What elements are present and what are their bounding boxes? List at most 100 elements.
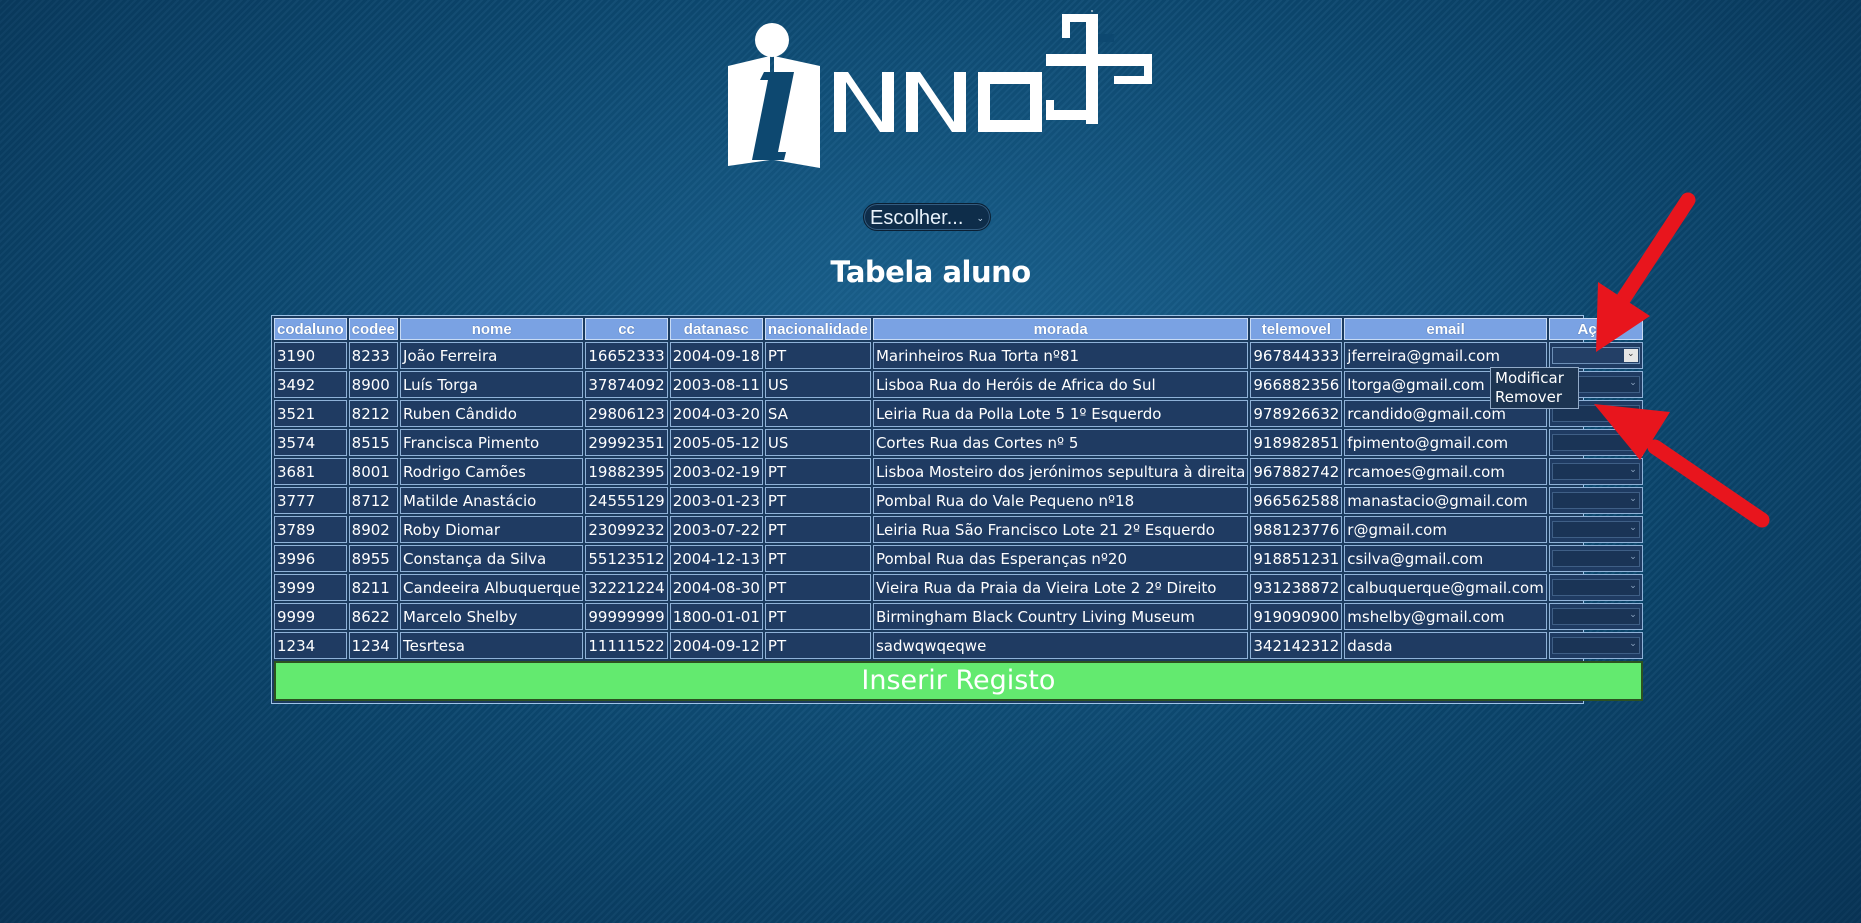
- chevron-down-icon: ⌄: [1629, 610, 1637, 620]
- header-morada: morada: [872, 318, 1249, 340]
- cell-morada: Leiria Rua São Francisco Lote 21 2º Esqu…: [872, 516, 1249, 543]
- cell-nacionalidade: PT: [764, 603, 871, 630]
- cell-telemovel: 918982851: [1250, 429, 1343, 456]
- cell-telemovel: 918851231: [1250, 545, 1343, 572]
- cell-telemovel: 966562588: [1250, 487, 1343, 514]
- table-row: 3777 8712 Matilde Anastácio 24555129 200…: [274, 487, 1643, 514]
- table-row: 3996 8955 Constança da Silva 55123512 20…: [274, 545, 1643, 572]
- cell-acao: ⌄: [1548, 487, 1643, 514]
- inno-logo: [728, 10, 1152, 168]
- cell-codee: 1234: [348, 632, 399, 659]
- cell-cc: 55123512: [585, 545, 668, 572]
- cell-nome: Roby Diomar: [400, 516, 584, 543]
- menu-item-modificar[interactable]: Modificar: [1495, 369, 1574, 388]
- table-row: 9999 8622 Marcelo Shelby 99999999 1800-0…: [274, 603, 1643, 630]
- action-select[interactable]: ⌄: [1551, 521, 1640, 538]
- cell-codee: 8955: [348, 545, 399, 572]
- cell-nome: Candeeira Albuquerque: [400, 574, 584, 601]
- cell-codaluno: 3521: [274, 400, 347, 427]
- cell-codee: 8212: [348, 400, 399, 427]
- cell-morada: Vieira Rua da Praia da Vieira Lote 2 2º …: [872, 574, 1249, 601]
- cell-email: mshelby@gmail.com: [1344, 603, 1547, 630]
- cell-acao: ⌄: [1548, 545, 1643, 572]
- cell-cc: 16652333: [585, 342, 668, 369]
- cell-nacionalidade: PT: [764, 516, 871, 543]
- insert-record-button[interactable]: Inserir Registo: [274, 661, 1643, 701]
- cell-datanasc: 2004-03-20: [669, 400, 763, 427]
- cell-codee: 8233: [348, 342, 399, 369]
- table-row: 3521 8212 Ruben Cândido 29806123 2004-03…: [274, 400, 1643, 427]
- cell-morada: sadwqwqeqwe: [872, 632, 1249, 659]
- cell-codee: 8001: [348, 458, 399, 485]
- action-select[interactable]: ⌄: [1551, 637, 1640, 654]
- escolher-label: Escolher...: [870, 207, 964, 229]
- escolher-select[interactable]: Escolher... ⌄: [863, 203, 991, 231]
- cell-cc: 24555129: [585, 487, 668, 514]
- cell-codee: 8622: [348, 603, 399, 630]
- cell-nome: Tesrtesa: [400, 632, 584, 659]
- cell-codaluno: 3996: [274, 545, 347, 572]
- cell-datanasc: 2003-01-23: [669, 487, 763, 514]
- cell-nome: Ruben Cândido: [400, 400, 584, 427]
- cell-nome: Constança da Silva: [400, 545, 584, 572]
- cell-codaluno: 3789: [274, 516, 347, 543]
- cell-cc: 23099232: [585, 516, 668, 543]
- cell-nacionalidade: PT: [764, 574, 871, 601]
- cell-nacionalidade: PT: [764, 545, 871, 572]
- cell-datanasc: 2003-07-22: [669, 516, 763, 543]
- cell-morada: Birmingham Black Country Living Museum: [872, 603, 1249, 630]
- table-row: 3492 8900 Luís Torga 37874092 2003-08-11…: [274, 371, 1643, 398]
- cell-datanasc: 2004-08-30: [669, 574, 763, 601]
- chevron-down-icon: ⌄: [1623, 349, 1638, 362]
- table-row: 1234 1234 Tesrtesa 11111522 2004-09-12 P…: [274, 632, 1643, 659]
- action-select[interactable]: ⌄: [1551, 550, 1640, 567]
- cell-telemovel: 966882356: [1250, 371, 1343, 398]
- header-datanasc: datanasc: [669, 318, 763, 340]
- cell-morada: Pombal Rua das Esperanças nº20: [872, 545, 1249, 572]
- table-row: 3574 8515 Francisca Pimento 29992351 200…: [274, 429, 1643, 456]
- cell-email: calbuquerque@gmail.com: [1344, 574, 1547, 601]
- cell-codaluno: 3999: [274, 574, 347, 601]
- cell-codaluno: 3190: [274, 342, 347, 369]
- cell-codaluno: 3574: [274, 429, 347, 456]
- action-select[interactable]: ⌄: [1551, 492, 1640, 509]
- header-nacionalidade: nacionalidade: [764, 318, 871, 340]
- header-codee: codee: [348, 318, 399, 340]
- cell-nome: João Ferreira: [400, 342, 584, 369]
- action-select[interactable]: ⌄: [1551, 347, 1640, 364]
- insert-row: Inserir Registo: [274, 661, 1643, 701]
- cell-cc: 99999999: [585, 603, 668, 630]
- cell-nacionalidade: US: [764, 429, 871, 456]
- cell-telemovel: 967844333: [1250, 342, 1343, 369]
- chevron-down-icon: ⌄: [976, 213, 984, 223]
- cell-cc: 19882395: [585, 458, 668, 485]
- cell-codaluno: 1234: [274, 632, 347, 659]
- action-select[interactable]: ⌄: [1551, 608, 1640, 625]
- cell-email: manastacio@gmail.com: [1344, 487, 1547, 514]
- cell-email: r@gmail.com: [1344, 516, 1547, 543]
- cell-nome: Francisca Pimento: [400, 429, 584, 456]
- action-select[interactable]: ⌄: [1551, 579, 1640, 596]
- cell-nacionalidade: PT: [764, 342, 871, 369]
- chevron-down-icon: ⌄: [1629, 552, 1637, 562]
- cell-telemovel: 978926632: [1250, 400, 1343, 427]
- table-row: 3789 8902 Roby Diomar 23099232 2003-07-2…: [274, 516, 1643, 543]
- cell-email: rcamoes@gmail.com: [1344, 458, 1547, 485]
- action-select[interactable]: ⌄: [1551, 463, 1640, 480]
- cell-acao: ⌄: [1548, 603, 1643, 630]
- action-select[interactable]: ⌄: [1551, 434, 1640, 451]
- cell-datanasc: 1800-01-01: [669, 603, 763, 630]
- chevron-down-icon: ⌄: [1629, 494, 1637, 504]
- header-email: email: [1344, 318, 1547, 340]
- menu-item-remover[interactable]: Remover: [1495, 388, 1574, 407]
- header-telemovel: telemovel: [1250, 318, 1343, 340]
- action-dropdown-menu: Modificar Remover: [1490, 367, 1579, 409]
- cell-datanasc: 2004-12-13: [669, 545, 763, 572]
- cell-nacionalidade: US: [764, 371, 871, 398]
- cell-datanasc: 2003-08-11: [669, 371, 763, 398]
- chevron-down-icon: ⌄: [1629, 465, 1637, 475]
- aluno-table-container: codaluno codee nome cc datanasc nacional…: [271, 315, 1643, 704]
- table-row: 3681 8001 Rodrigo Camões 19882395 2003-0…: [274, 458, 1643, 485]
- cell-email: dasda: [1344, 632, 1547, 659]
- chevron-down-icon: ⌄: [1629, 436, 1637, 446]
